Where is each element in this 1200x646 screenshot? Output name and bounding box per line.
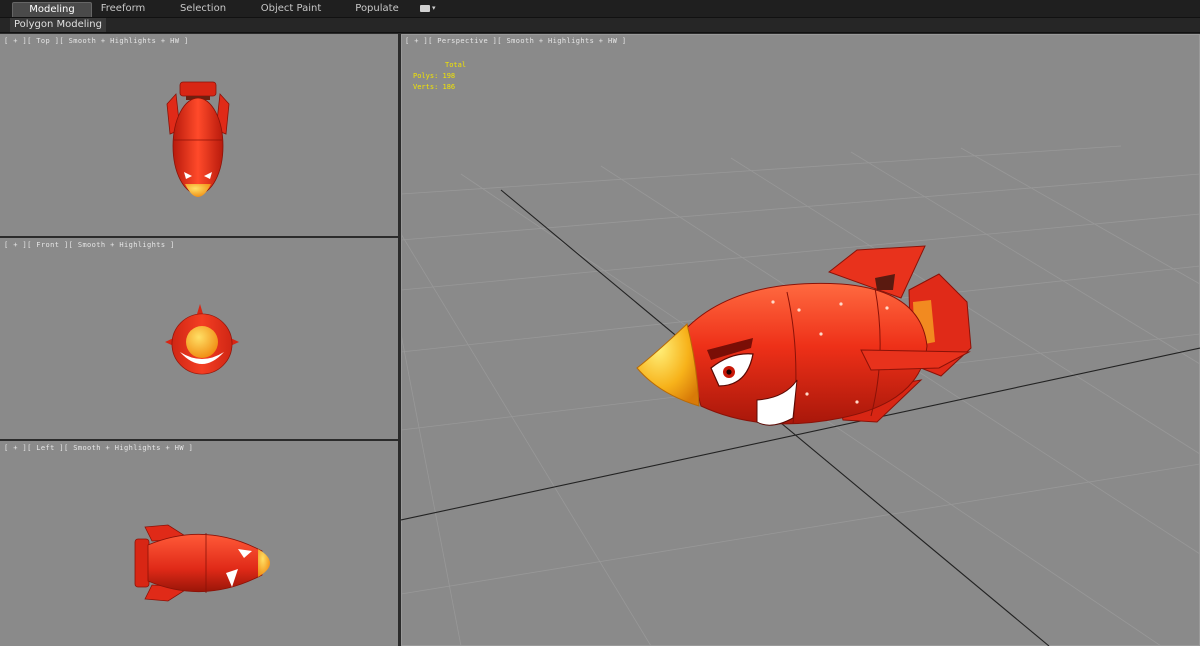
rocket-front-view [165, 304, 239, 375]
rocket-left-view [134, 524, 270, 602]
perspective-scene [401, 145, 1200, 646]
ribbon-panel-bar: Polygon Modeling [0, 18, 1200, 33]
tab-modeling[interactable]: Modeling [12, 2, 92, 17]
rocket-top-view [166, 81, 230, 197]
rocket-3d-model [636, 245, 972, 426]
viewport-left[interactable]: [ + ][ Left ][ Smooth + Highlights + HW … [0, 441, 398, 646]
tab-selection[interactable]: Selection [172, 2, 234, 16]
ribbon-tab-bar: Modeling Freeform Selection Object Paint… [0, 0, 1200, 18]
viewport-front[interactable]: [ + ][ Front ][ Smooth + Highlights ] [0, 238, 398, 439]
display-options-icon[interactable]: ▾ [420, 4, 440, 14]
tab-populate[interactable]: Populate [350, 2, 404, 16]
tab-object-paint[interactable]: Object Paint [258, 2, 324, 16]
viewport-top[interactable]: [ + ][ Top ][ Smooth + Highlights + HW ] [0, 34, 398, 236]
tab-freeform[interactable]: Freeform [92, 2, 154, 16]
viewport-perspective[interactable]: [ + ][ Perspective ][ Smooth + Highlight… [401, 34, 1200, 646]
polygon-modeling-panel-title[interactable]: Polygon Modeling [10, 18, 106, 32]
